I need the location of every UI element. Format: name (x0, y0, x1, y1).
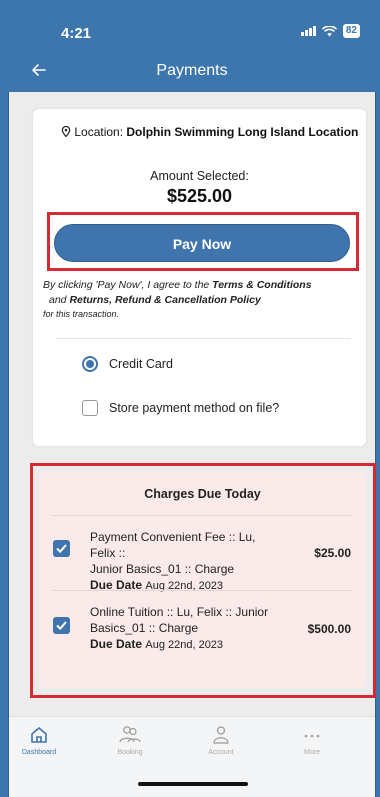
checkmark-icon (56, 544, 67, 554)
store-payment-label: Store payment method on file? (109, 401, 280, 415)
home-icon (31, 727, 47, 743)
terms-and: and (49, 294, 70, 306)
person-icon (213, 726, 229, 744)
more-icon (304, 734, 320, 738)
divider (56, 338, 351, 339)
charge-1-line-1: Payment Convenient Fee :: Lu, Felix :: (90, 530, 256, 560)
location-text: Location: Dolphin Swimming Long Island L… (42, 124, 370, 140)
charge-2-due: Due Date Aug 22nd, 2023 (90, 636, 270, 653)
terms-line-2: and Returns, Refund & Cancellation Polic… (43, 293, 363, 308)
home-indicator (138, 782, 248, 786)
nav-label: More (304, 749, 320, 756)
terms-prefix: By clicking 'Pay Now', I agree to the (43, 279, 213, 291)
pay-now-button[interactable]: Pay Now (54, 224, 350, 262)
status-icons: 82 (300, 24, 360, 38)
page-title: Payments (156, 62, 228, 79)
charge-2-line-1: Online Tuition :: Lu, Felix :: Junior (90, 605, 269, 619)
charge-1-line-2: Junior Basics_01 :: Charge (90, 562, 235, 576)
charge-item-2: Online Tuition :: Lu, Felix :: Junior Ba… (90, 604, 270, 653)
terms-conditions-link[interactable]: Terms & Conditions (212, 279, 311, 291)
wifi-icon (321, 25, 337, 36)
store-payment-checkbox[interactable] (82, 400, 98, 416)
refund-policy-link[interactable]: Returns, Refund & Cancellation Policy (69, 294, 260, 306)
location-prefix: Location: (74, 125, 127, 139)
charge-1-due: Due Date Aug 22nd, 2023 (90, 577, 270, 594)
charge-2-line-2: Basics_01 :: Charge (90, 621, 199, 635)
nav-dashboard[interactable]: Dashboard (4, 725, 74, 756)
amount-value: $525.00 (166, 186, 233, 206)
due-date-label: Due Date (90, 637, 143, 651)
charge-checkbox-1[interactable] (53, 540, 70, 557)
nav-booking[interactable]: Booking (95, 725, 165, 756)
location-name: Dolphin Swimming Long Island Location (126, 125, 359, 139)
charges-divider (52, 515, 352, 516)
nav-account[interactable]: Account (186, 725, 256, 756)
header-bar: 4:21 82 Payments (8, 0, 376, 92)
nav-label: Dashboard (21, 749, 57, 756)
battery-icon: 82 (342, 24, 360, 38)
credit-card-label: Credit Card (109, 357, 173, 371)
charges-title: Charges Due Today (144, 487, 261, 501)
charge-2-amount: $500.00 (307, 622, 351, 636)
charge-item-1: Payment Convenient Fee :: Lu, Felix :: J… (90, 529, 270, 594)
credit-card-radio[interactable] (82, 356, 98, 372)
charges-divider (52, 590, 352, 591)
amount-label: Amount Selected: (150, 169, 249, 183)
checkmark-icon (56, 621, 67, 631)
nav-label: Booking (117, 749, 143, 756)
nav-label: Account (208, 749, 234, 756)
status-time: 4:21 (61, 25, 92, 42)
charge-2-due-date: Aug 22nd, 2023 (145, 639, 224, 651)
group-icon (119, 726, 141, 743)
terms-line-3: for this transaction. (43, 309, 120, 319)
charge-checkbox-2[interactable] (53, 617, 70, 634)
signal-icon (300, 26, 316, 36)
terms-text: By clicking 'Pay Now', I agree to the Te… (43, 278, 363, 320)
location-pin-icon (61, 126, 71, 137)
nav-more[interactable]: More (277, 725, 347, 756)
charge-1-amount: $25.00 (314, 546, 351, 560)
terms-line-1: By clicking 'Pay Now', I agree to the Te… (43, 278, 363, 293)
